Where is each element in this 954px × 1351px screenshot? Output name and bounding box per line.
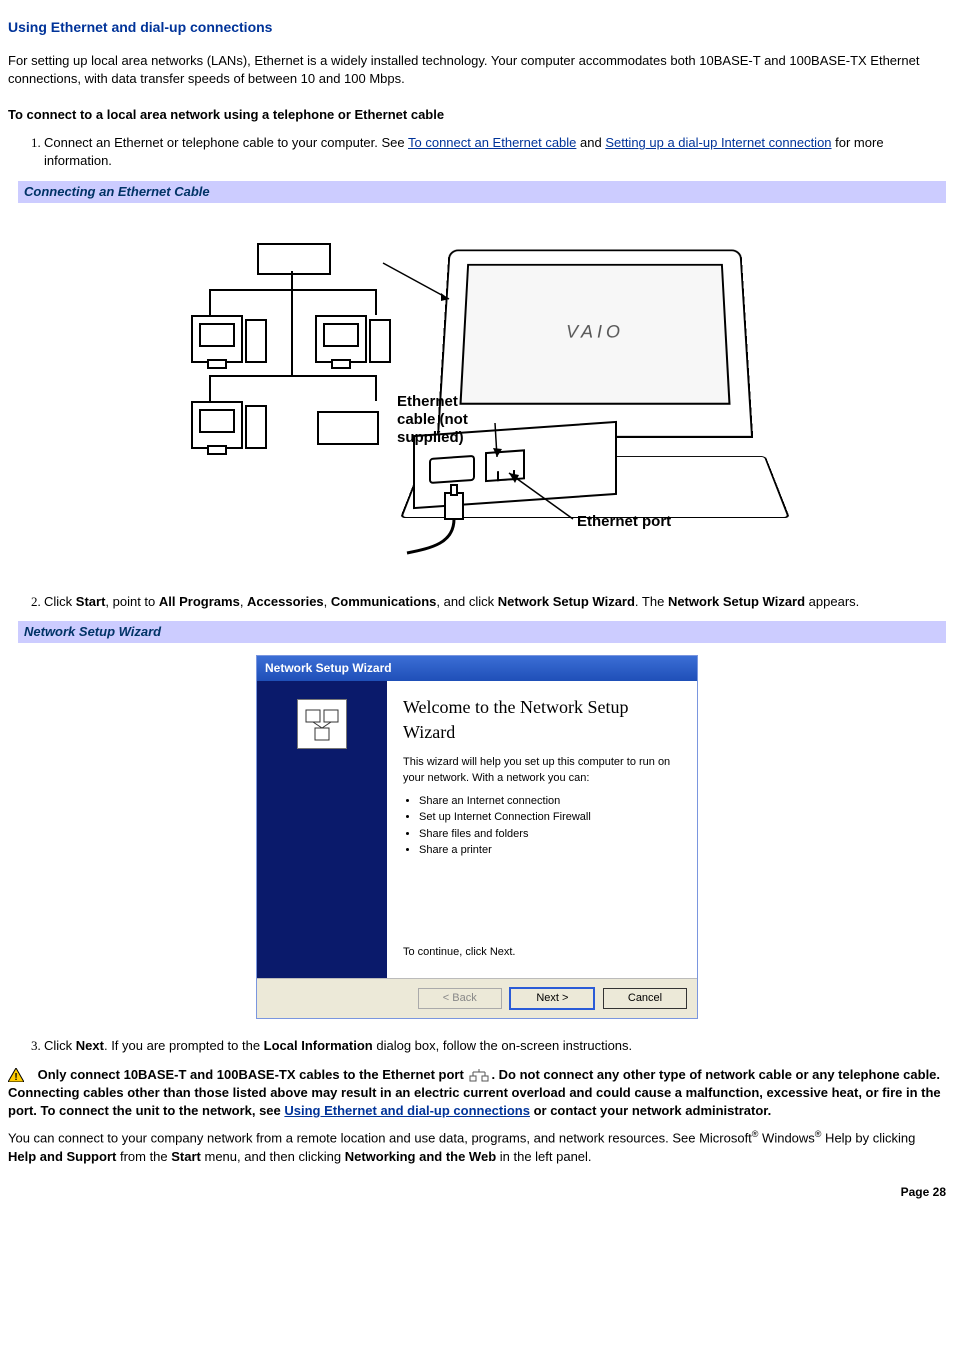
step1-text-mid: and [576, 135, 605, 150]
step-3: Click Next. If you are prompted to the L… [44, 1037, 946, 1055]
wizard-bullet: Set up Internet Connection Firewall [419, 810, 681, 825]
wizard-button-row: < Back Next > Cancel [257, 978, 697, 1018]
network-setup-wizard-dialog: Network Setup Wizard Welcome to the Netw… [256, 655, 698, 1019]
dialog-titlebar: Network Setup Wizard [257, 656, 697, 681]
next-button[interactable]: Next > [509, 987, 595, 1010]
svg-text:!: ! [14, 1072, 17, 1082]
wizard-bullet: Share an Internet connection [419, 794, 681, 809]
wizard-intro-text: This wizard will help you set up this co… [403, 755, 681, 786]
closing-paragraph: You can connect to your company network … [8, 1128, 946, 1166]
wizard-bullet: Share a printer [419, 843, 681, 858]
link-setting-up-dialup[interactable]: Setting up a dial-up Internet connection [605, 135, 831, 150]
step-2: Click Start, point to All Programs, Acce… [44, 593, 946, 611]
link-connect-ethernet-cable[interactable]: To connect an Ethernet cable [408, 135, 576, 150]
warning-icon: ! [8, 1068, 24, 1082]
wizard-network-icon [297, 699, 347, 749]
page-number: Page 28 [8, 1184, 946, 1201]
intro-paragraph: For setting up local area networks (LANs… [8, 52, 946, 88]
figure1-caption: Connecting an Ethernet Cable [8, 181, 946, 203]
figure-ethernet-diagram: VAIO Ethernet cable (not supplied) Ether… [197, 213, 757, 573]
ethernet-port-icon [469, 1068, 489, 1082]
wizard-sidebar [257, 681, 387, 978]
figure2-caption: Network Setup Wizard [8, 621, 946, 643]
wizard-feature-list: Share an Internet connection Set up Inte… [419, 794, 681, 859]
wizard-continue-text: To continue, click Next. [403, 945, 681, 960]
wizard-bullet: Share files and folders [419, 827, 681, 842]
link-using-ethernet-dialup[interactable]: Using Ethernet and dial-up connections [284, 1103, 530, 1118]
cancel-button[interactable]: Cancel [603, 988, 687, 1009]
step-1: Connect an Ethernet or telephone cable t… [44, 134, 946, 170]
leader-lines [197, 213, 757, 573]
back-button: < Back [418, 988, 502, 1009]
section-title: Using Ethernet and dial-up connections [8, 18, 946, 38]
wizard-heading: Welcome to the Network Setup Wizard [403, 695, 681, 745]
step1-text-pre: Connect an Ethernet or telephone cable t… [44, 135, 408, 150]
warning-paragraph: ! Only connect 10BASE-T and 100BASE-TX c… [8, 1066, 946, 1121]
procedure-heading: To connect to a local area network using… [8, 106, 946, 124]
